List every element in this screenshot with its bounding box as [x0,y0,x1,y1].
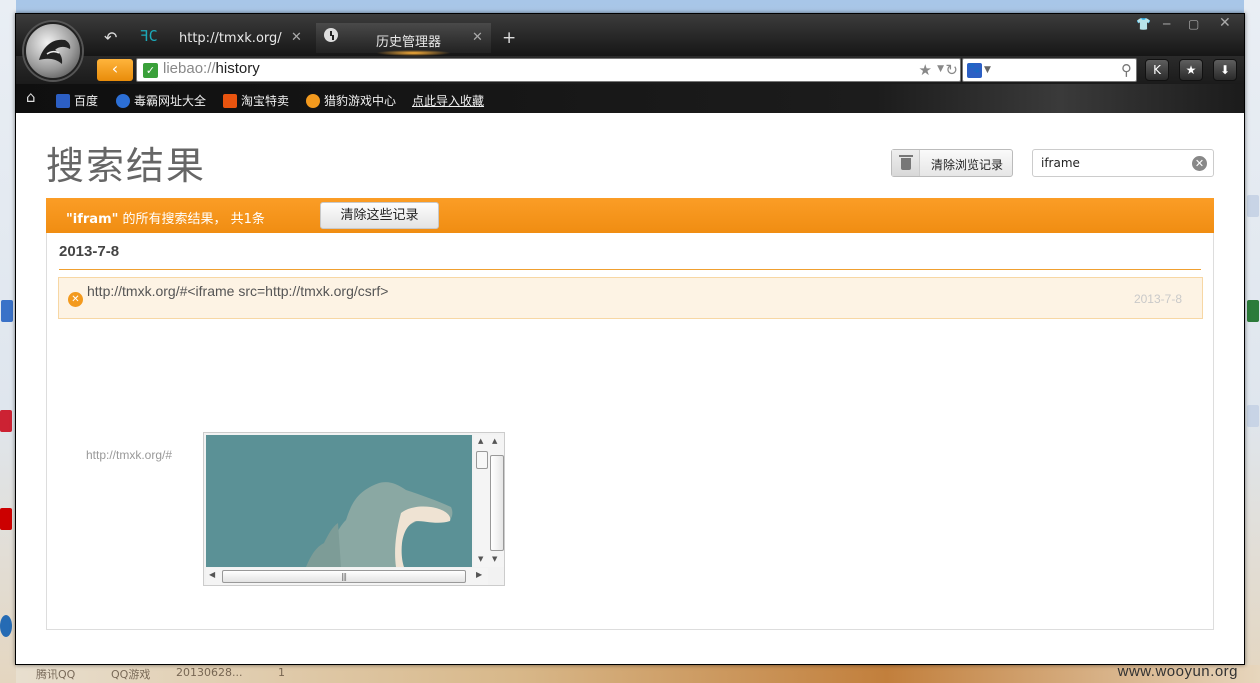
faded-entry-url: http://tmxk.org/# [86,448,173,462]
iframe-vertical-scrollbar[interactable]: ▲ ▼ ▲ ▼ [474,435,504,567]
chevron-down-icon[interactable]: ▼ [984,65,991,75]
clear-these-records-button[interactable]: 清除这些记录 [320,202,439,229]
clear-search-icon[interactable]: ✕ [1192,156,1207,171]
desktop-shortcut-icon[interactable] [0,615,12,637]
tab-title: http://tmxk.org/ [179,31,282,46]
liebao-logo-icon[interactable] [24,22,82,80]
minimize-button[interactable]: ─ [1163,17,1170,31]
baidu-engine-icon[interactable]: 🐾 [967,63,982,78]
undo-close-tab-icon[interactable]: ↶ [104,28,117,47]
close-window-button[interactable]: ✕ [1219,15,1231,31]
desktop-shortcut-icon[interactable] [0,410,12,432]
site-favicon-icon: ꟻC [140,27,158,45]
desktop-label[interactable]: 20130628... [176,666,242,679]
scroll-down-icon[interactable]: ▼ [492,555,497,563]
desktop-left-edge [0,0,16,683]
scroll-right-icon[interactable]: ▶ [476,570,482,579]
history-page: 搜索结果 清除浏览记录 ✕ "ifram" 的所有搜索结果， 共1条 清除这些记… [16,113,1244,664]
search-icon[interactable]: ⚲ [1121,61,1132,79]
date-heading: 2013-7-8 [59,243,120,260]
iframe-horse-image [206,435,472,567]
injected-iframe[interactable]: ▲ ▼ ▲ ▼ ◀ ||| ▶ [203,432,505,586]
browser-search-box[interactable]: 🐾 ▼ ⚲ [962,58,1137,82]
clock-icon [324,28,338,42]
tab-title: 历史管理器 [376,35,442,50]
history-entry[interactable]: ✕ http://tmxk.org/#<iframe src=http://tm… [58,277,1203,319]
bookmark-taobao[interactable]: 淘宝特卖 [223,92,289,109]
address-url[interactable]: liebao://history [163,60,260,77]
chevron-down-icon[interactable]: ▼ [937,64,944,74]
duba-icon [116,94,130,108]
desktop-label[interactable]: QQ游戏 [111,666,150,682]
download-button[interactable]: ⬇ [1213,59,1237,81]
desktop-shortcut-icon[interactable] [0,508,12,530]
kingsoft-k-button[interactable]: K [1145,59,1169,81]
desktop-shortcut-icon[interactable] [1247,405,1259,427]
desktop-shortcut-icon[interactable] [1,300,13,322]
desktop-shortcut-icon[interactable] [1247,300,1259,322]
scroll-up-icon[interactable]: ▲ [478,437,483,445]
bookmark-duba[interactable]: 毒霸网址大全 [116,92,206,109]
desktop-bottom-strip: 腾讯QQ QQ游戏 20130628... 1 [16,665,1260,683]
bookmark-liebao-game[interactable]: 猎豹游戏中心 [306,92,396,109]
secure-check-icon: ✓ [143,63,158,78]
results-bar: "ifram" 的所有搜索结果， 共1条 清除这些记录 [46,198,1214,233]
clear-history-label: 清除浏览记录 [931,158,1004,172]
liebao-game-icon [306,94,320,108]
close-tab-icon[interactable]: ✕ [291,30,302,45]
trash-icon [892,150,920,176]
history-search-input[interactable] [1041,154,1191,172]
new-tab-button[interactable]: + [502,28,516,48]
desktop-label[interactable]: 1 [278,666,285,679]
address-bar[interactable]: ✓ liebao://history ★ ▼ ↻ [136,58,961,82]
maximize-button[interactable]: ▢ [1188,17,1199,31]
bookmark-bar: ⌂ 百度 毒霸网址大全 淘宝特卖 猎豹游戏中心 点此导入收藏 [16,84,1244,113]
back-button[interactable]: ‹ [97,59,133,81]
bookmark-baidu[interactable]: 百度 [56,92,98,109]
scroll-thumb[interactable] [490,455,504,551]
results-panel: 2013-7-8 ✕ http://tmxk.org/#<iframe src=… [46,233,1214,630]
scroll-down-icon[interactable]: ▼ [478,555,483,563]
scroll-up-icon[interactable]: ▲ [492,437,497,445]
entry-time: 2013-7-8 [1133,292,1182,306]
scroll-thumb[interactable] [476,451,488,469]
home-icon[interactable]: ⌂ [26,88,36,106]
import-favorites-link[interactable]: 点此导入收藏 [412,92,484,109]
skin-icon[interactable]: 👕 [1136,17,1151,31]
tab-tmxk[interactable]: ꟻC http://tmxk.org/ ✕ [136,23,311,53]
iframe-horizontal-scrollbar[interactable]: ◀ ||| ▶ [206,568,488,585]
clear-history-button[interactable]: 清除浏览记录 [891,149,1013,177]
page-title: 搜索结果 [46,144,207,188]
divider [59,269,1201,270]
favorites-star-button[interactable]: ★ [1179,59,1203,81]
reload-icon[interactable]: ↻ [945,61,958,79]
desktop-right-edge [1244,0,1260,683]
scroll-thumb[interactable]: ||| [222,570,466,583]
browser-window: ↶ ꟻC http://tmxk.org/ ✕ 历史管理器 ✕ + 👕 ─ ▢ … [15,13,1245,665]
results-summary: "ifram" 的所有搜索结果， 共1条 [66,212,265,227]
taobao-icon [223,94,237,108]
scroll-left-icon[interactable]: ◀ [209,570,215,579]
baidu-icon [56,94,70,108]
address-row: ‹ ✓ liebao://history ★ ▼ ↻ 🐾 ▼ ⚲ K ★ ⬇ [16,56,1244,84]
desktop-label[interactable]: 腾讯QQ [36,666,75,682]
delete-entry-icon[interactable]: ✕ [68,292,83,307]
watermark: www.wooyun.org [1117,663,1238,680]
history-search[interactable]: ✕ [1032,149,1214,177]
desktop-shortcut-icon[interactable] [1247,195,1259,217]
title-bar: ↶ ꟻC http://tmxk.org/ ✕ 历史管理器 ✕ + 👕 ─ ▢ … [16,14,1244,56]
tab-history-manager[interactable]: 历史管理器 ✕ [316,23,491,53]
bookmark-star-icon[interactable]: ★ [919,61,932,79]
entry-url[interactable]: http://tmxk.org/#<iframe src=http://tmxk… [87,283,389,299]
close-tab-icon[interactable]: ✕ [472,30,483,45]
grip-icon: ||| [341,572,347,581]
